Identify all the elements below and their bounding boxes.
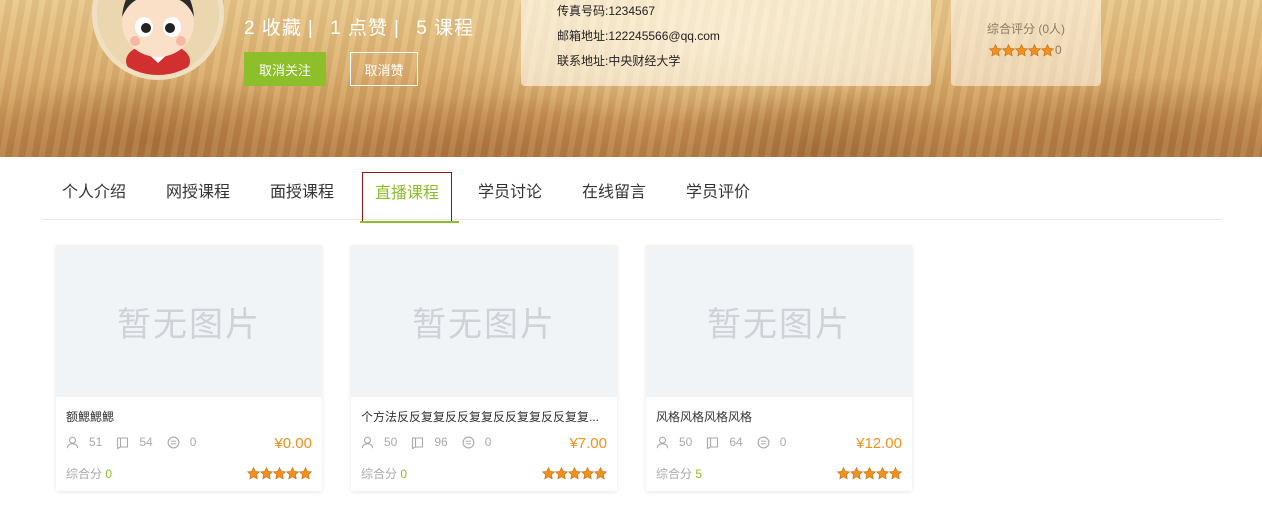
star-icon bbox=[247, 467, 260, 480]
course-price: ¥12.00 bbox=[856, 435, 902, 452]
course-score-value: 0 bbox=[105, 467, 113, 481]
tab-reviews[interactable]: 学员评价 bbox=[686, 172, 750, 220]
stats-separator: | bbox=[307, 18, 314, 39]
course-price: ¥7.00 bbox=[569, 435, 607, 452]
star-icon bbox=[876, 467, 889, 480]
comment-count: 0 bbox=[484, 435, 492, 449]
rating-stars: 0 bbox=[989, 43, 1062, 57]
email-address: 邮箱地址:122245566@qq.com bbox=[557, 29, 720, 43]
lesson-count: 54 bbox=[139, 435, 153, 449]
comment-count: 0 bbox=[779, 435, 787, 449]
course-price: ¥0.00 bbox=[274, 435, 312, 452]
comment-icon bbox=[167, 436, 185, 449]
course-stars bbox=[837, 467, 902, 480]
course-meta: 50 96 0 bbox=[361, 435, 505, 449]
course-score-label: 综合分 bbox=[66, 467, 103, 481]
star-icon bbox=[581, 467, 594, 480]
course-score-value: 0 bbox=[400, 467, 408, 481]
course-card[interactable]: 暂无图片 风格风格风格风格 50 64 0 ¥12.00 综合分 5 bbox=[646, 245, 912, 491]
courses-label: 课程 bbox=[434, 18, 475, 39]
star-icon bbox=[1015, 43, 1028, 57]
course-title[interactable]: 额鰓鰓鰓 bbox=[66, 408, 312, 425]
lesson-count: 64 bbox=[729, 435, 743, 449]
star-icon bbox=[850, 467, 863, 480]
star-icon bbox=[1041, 43, 1054, 57]
unfollow-button[interactable]: 取消关注 bbox=[244, 52, 326, 86]
course-score-label: 综合分 bbox=[656, 467, 693, 481]
unlike-button[interactable]: 取消赞 bbox=[350, 52, 418, 86]
student-count: 50 bbox=[679, 435, 693, 449]
lesson-count: 96 bbox=[434, 435, 448, 449]
tab-offline-courses[interactable]: 面授课程 bbox=[270, 172, 334, 220]
tab-discussion[interactable]: 学员讨论 bbox=[478, 172, 542, 220]
course-meta: 50 64 0 bbox=[656, 435, 800, 449]
course-score: 综合分 0 bbox=[361, 465, 407, 482]
course-card[interactable]: 暂无图片 个方法反反复复反反复复反反复复反反复复... 50 96 0 ¥7.0… bbox=[351, 245, 617, 491]
star-icon bbox=[286, 467, 299, 480]
course-title[interactable]: 风格风格风格风格 bbox=[656, 408, 902, 425]
star-icon bbox=[837, 467, 850, 480]
star-icon bbox=[889, 467, 902, 480]
course-card[interactable]: 暂无图片 额鰓鰓鰓 51 54 0 ¥0.00 综合分 0 bbox=[56, 245, 322, 491]
course-stars bbox=[542, 467, 607, 480]
book-icon bbox=[706, 436, 724, 449]
comment-count: 0 bbox=[189, 435, 197, 449]
course-thumbnail[interactable]: 暂无图片 bbox=[646, 245, 912, 397]
tab-online-courses[interactable]: 网授课程 bbox=[166, 172, 230, 220]
contact-info-panel: 传真号码:1234567 邮箱地址:122245566@qq.com 联系地址:… bbox=[521, 0, 931, 86]
profile-tabs: 个人介绍 网授课程 面授课程 直播课程 学员讨论 在线留言 学员评价 bbox=[42, 172, 1222, 223]
student-count: 50 bbox=[384, 435, 398, 449]
rating-count: 0 bbox=[1055, 43, 1062, 57]
courses-count: 5 bbox=[416, 18, 428, 39]
star-icon bbox=[863, 467, 876, 480]
overall-rating-panel: 综合评分 (0人) 0 bbox=[951, 0, 1101, 86]
course-thumbnail[interactable]: 暂无图片 bbox=[351, 245, 617, 397]
course-meta: 51 54 0 bbox=[66, 435, 210, 449]
comment-icon bbox=[462, 436, 480, 449]
book-icon bbox=[411, 436, 429, 449]
star-icon bbox=[1028, 43, 1041, 57]
course-score-label: 综合分 bbox=[361, 467, 398, 481]
stats-separator: | bbox=[393, 18, 400, 39]
star-icon bbox=[299, 467, 312, 480]
star-icon bbox=[989, 43, 1002, 57]
book-icon bbox=[116, 436, 134, 449]
user-icon bbox=[66, 436, 84, 449]
postal-address: 联系地址:中央财经大学 bbox=[557, 54, 681, 68]
comment-icon bbox=[757, 436, 775, 449]
course-stars bbox=[247, 467, 312, 480]
likes-count: 1 bbox=[330, 18, 342, 39]
tab-intro[interactable]: 个人介绍 bbox=[62, 172, 126, 220]
star-icon bbox=[555, 467, 568, 480]
rating-label: 综合评分 (0人) bbox=[986, 22, 1065, 36]
star-icon bbox=[273, 467, 286, 480]
course-thumbnail[interactable]: 暂无图片 bbox=[56, 245, 322, 397]
user-icon bbox=[656, 436, 674, 449]
fax-number: 传真号码:1234567 bbox=[557, 4, 656, 18]
star-icon bbox=[568, 467, 581, 480]
favorites-count: 2 bbox=[244, 18, 256, 39]
star-icon bbox=[542, 467, 555, 480]
student-count: 51 bbox=[89, 435, 103, 449]
course-title[interactable]: 个方法反反复复反反复复反反复复反反复复... bbox=[361, 408, 607, 425]
favorites-label: 收藏 bbox=[261, 18, 302, 39]
course-score: 综合分 0 bbox=[66, 465, 112, 482]
likes-label: 点赞 bbox=[347, 18, 388, 39]
course-score-value: 5 bbox=[695, 467, 703, 481]
course-score: 综合分 5 bbox=[656, 465, 702, 482]
star-icon bbox=[260, 467, 273, 480]
profile-stats: 2 收藏 | 1 点赞 | 5 课程 bbox=[244, 13, 474, 40]
star-icon bbox=[1002, 43, 1015, 57]
tab-messages[interactable]: 在线留言 bbox=[582, 172, 646, 220]
tab-live-courses[interactable]: 直播课程 bbox=[360, 172, 459, 223]
user-icon bbox=[361, 436, 379, 449]
star-icon bbox=[594, 467, 607, 480]
